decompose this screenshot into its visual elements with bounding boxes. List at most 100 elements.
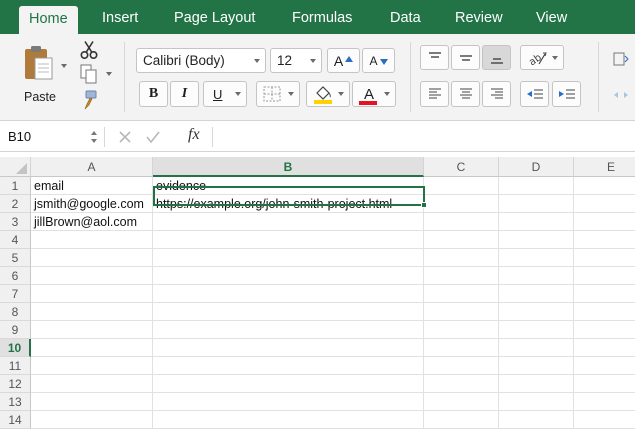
- column-header-a[interactable]: A: [31, 157, 153, 177]
- cell-a3[interactable]: jillBrown@aol.com: [31, 213, 153, 231]
- name-box[interactable]: B10: [8, 126, 88, 148]
- font-color-dropdown-icon[interactable]: [384, 92, 390, 96]
- row-header-14[interactable]: 14: [0, 411, 31, 429]
- cell-b10[interactable]: [153, 339, 424, 357]
- tab-formulas[interactable]: Formulas: [292, 0, 352, 34]
- cell-c6[interactable]: [424, 267, 499, 285]
- font-color-button[interactable]: A: [352, 81, 396, 107]
- enter-check-icon[interactable]: [146, 130, 160, 144]
- cell-c2[interactable]: [424, 195, 499, 213]
- font-name-combo[interactable]: Calibri (Body): [136, 48, 266, 73]
- column-header-d[interactable]: D: [499, 157, 574, 177]
- cell-d12[interactable]: [499, 375, 574, 393]
- select-all-corner[interactable]: [0, 157, 31, 177]
- cell-e9[interactable]: [574, 321, 635, 339]
- cell-c14[interactable]: [424, 411, 499, 429]
- cell-c13[interactable]: [424, 393, 499, 411]
- tab-insert[interactable]: Insert: [102, 0, 138, 34]
- cell-e4[interactable]: [574, 231, 635, 249]
- row-header-1[interactable]: 1: [0, 177, 31, 195]
- cell-d2[interactable]: [499, 195, 574, 213]
- cell-b14[interactable]: [153, 411, 424, 429]
- borders-dropdown-icon[interactable]: [288, 92, 294, 96]
- tab-data[interactable]: Data: [390, 0, 421, 34]
- cell-e8[interactable]: [574, 303, 635, 321]
- cell-a1[interactable]: email: [31, 177, 153, 195]
- cell-c1[interactable]: [424, 177, 499, 195]
- cell-c11[interactable]: [424, 357, 499, 375]
- font-name-dropdown-icon[interactable]: [254, 58, 260, 63]
- decrease-indent-button[interactable]: [520, 81, 549, 107]
- copy-dropdown-icon[interactable]: [106, 72, 112, 76]
- cell-a12[interactable]: [31, 375, 153, 393]
- cell-e10[interactable]: [574, 339, 635, 357]
- cell-d7[interactable]: [499, 285, 574, 303]
- cell-b13[interactable]: [153, 393, 424, 411]
- cell-d13[interactable]: [499, 393, 574, 411]
- cell-a11[interactable]: [31, 357, 153, 375]
- cell-a9[interactable]: [31, 321, 153, 339]
- cell-b1[interactable]: evidence: [153, 177, 424, 195]
- name-box-stepper-icon[interactable]: [90, 128, 98, 146]
- row-header-12[interactable]: 12: [0, 375, 31, 393]
- cell-d9[interactable]: [499, 321, 574, 339]
- fill-handle[interactable]: [421, 202, 427, 208]
- row-header-3[interactable]: 3: [0, 213, 31, 231]
- format-painter-icon[interactable]: [80, 90, 98, 110]
- increase-indent-button[interactable]: [552, 81, 581, 107]
- cell-b3[interactable]: [153, 213, 424, 231]
- cell-c10[interactable]: [424, 339, 499, 357]
- align-bottom-button[interactable]: [482, 45, 511, 70]
- tab-review[interactable]: Review: [455, 0, 503, 34]
- italic-button[interactable]: I: [170, 81, 199, 107]
- cut-scissors-icon[interactable]: [80, 40, 98, 60]
- cell-e2[interactable]: [574, 195, 635, 213]
- cell-e11[interactable]: [574, 357, 635, 375]
- cell-a14[interactable]: [31, 411, 153, 429]
- formula-input[interactable]: [220, 127, 630, 147]
- fill-color-dropdown-icon[interactable]: [338, 92, 344, 96]
- cell-a10[interactable]: [31, 339, 153, 357]
- cell-c7[interactable]: [424, 285, 499, 303]
- cell-d10[interactable]: [499, 339, 574, 357]
- cell-a8[interactable]: [31, 303, 153, 321]
- tab-view[interactable]: View: [536, 0, 567, 34]
- row-header-6[interactable]: 6: [0, 267, 31, 285]
- cancel-x-icon[interactable]: [118, 130, 132, 144]
- cell-d14[interactable]: [499, 411, 574, 429]
- cell-e6[interactable]: [574, 267, 635, 285]
- row-header-8[interactable]: 8: [0, 303, 31, 321]
- cell-a7[interactable]: [31, 285, 153, 303]
- cell-c3[interactable]: [424, 213, 499, 231]
- row-header-7[interactable]: 7: [0, 285, 31, 303]
- cell-a2[interactable]: jsmith@google.com: [31, 195, 153, 213]
- align-middle-button[interactable]: [451, 45, 480, 70]
- row-header-13[interactable]: 13: [0, 393, 31, 411]
- cell-d1[interactable]: [499, 177, 574, 195]
- insert-function-button[interactable]: fx: [188, 126, 200, 144]
- copy-icon[interactable]: [80, 64, 98, 84]
- column-header-c[interactable]: C: [424, 157, 499, 177]
- column-header-e[interactable]: E: [574, 157, 635, 177]
- cell-e12[interactable]: [574, 375, 635, 393]
- cell-a6[interactable]: [31, 267, 153, 285]
- cell-c8[interactable]: [424, 303, 499, 321]
- paste-button[interactable]: [20, 45, 60, 85]
- cell-d5[interactable]: [499, 249, 574, 267]
- cell-b8[interactable]: [153, 303, 424, 321]
- row-header-5[interactable]: 5: [0, 249, 31, 267]
- align-center-button[interactable]: [451, 81, 480, 107]
- align-right-button[interactable]: [482, 81, 511, 107]
- row-header-2[interactable]: 2: [0, 195, 31, 213]
- underline-button[interactable]: U: [203, 81, 247, 107]
- cell-c4[interactable]: [424, 231, 499, 249]
- cell-e5[interactable]: [574, 249, 635, 267]
- cell-b11[interactable]: [153, 357, 424, 375]
- cell-b2[interactable]: https://example.org/john-smith-project.h…: [153, 195, 424, 213]
- wrap-text-icon[interactable]: [613, 52, 629, 66]
- cell-b6[interactable]: [153, 267, 424, 285]
- cell-d3[interactable]: [499, 213, 574, 231]
- tab-page-layout[interactable]: Page Layout: [174, 0, 255, 34]
- cell-e14[interactable]: [574, 411, 635, 429]
- bold-button[interactable]: B: [139, 81, 168, 107]
